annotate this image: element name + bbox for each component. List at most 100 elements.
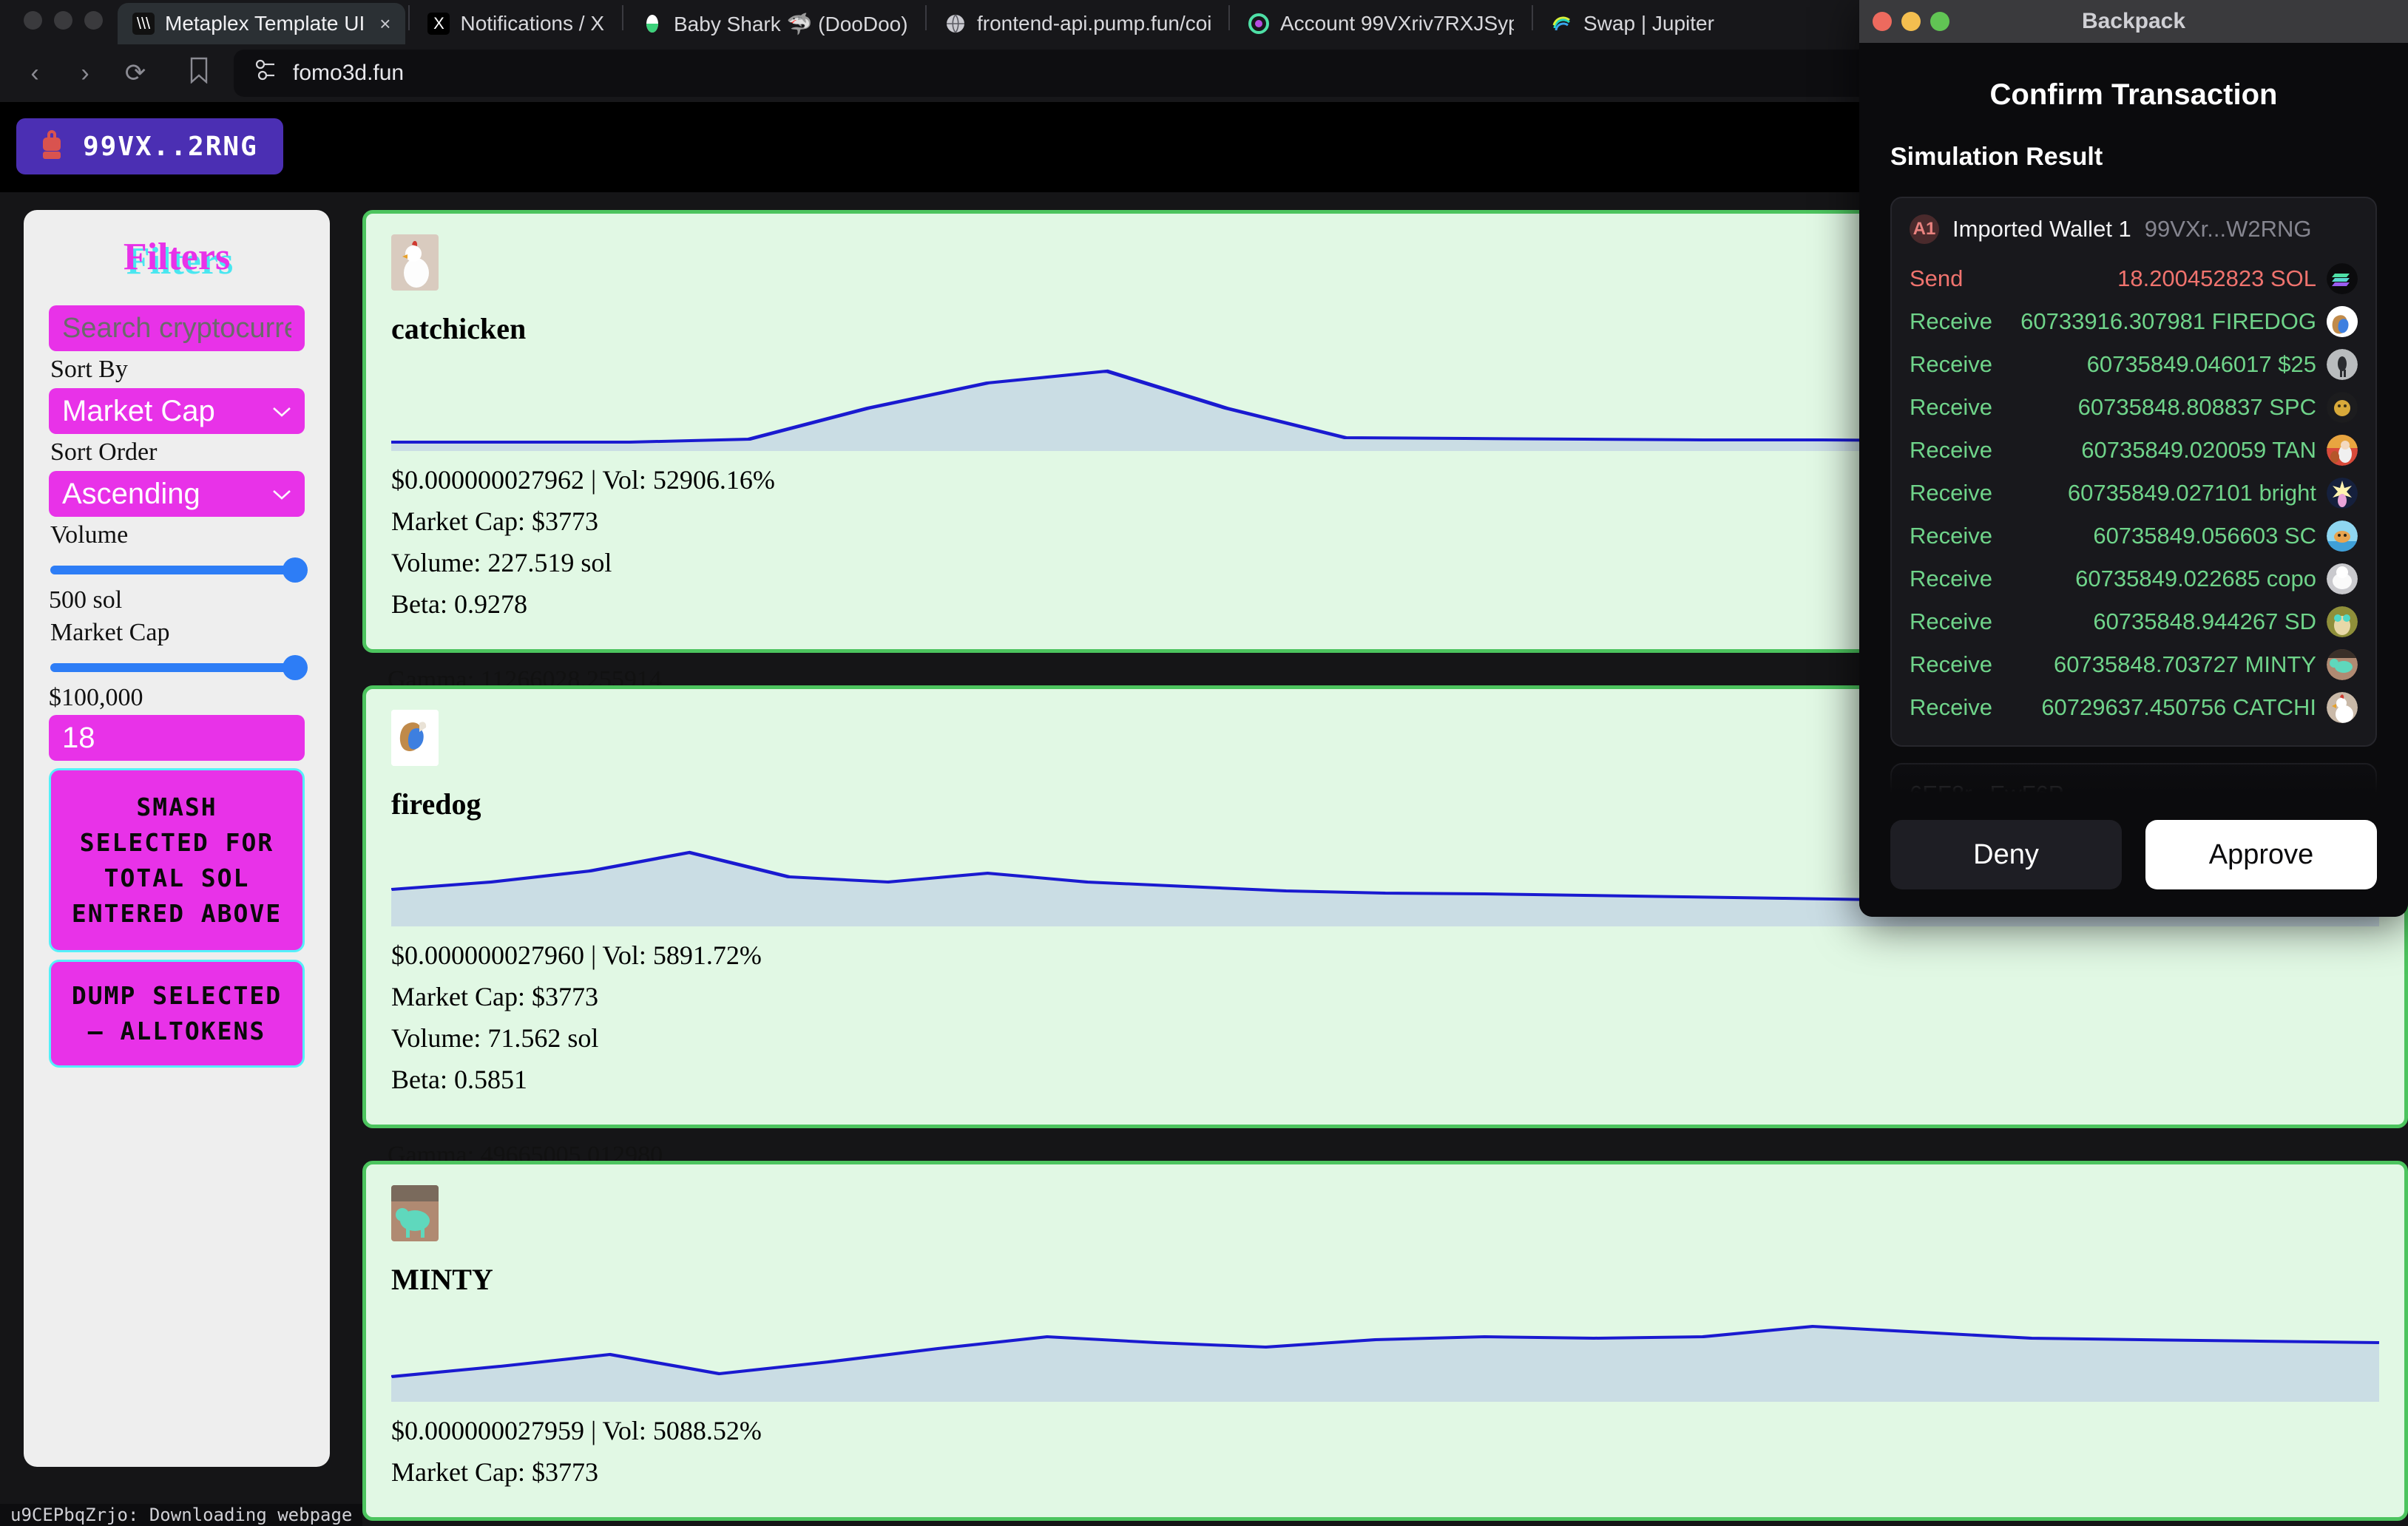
token-card[interactable]: MINTY $0.000000027959 | Vol: 5088.52% Ma… <box>362 1161 2408 1521</box>
catchicken-token-icon <box>2327 692 2358 723</box>
reload-button[interactable]: ⟳ <box>120 58 151 88</box>
globe-icon <box>944 13 967 35</box>
tab-title: Metaplex Template UI <box>165 12 365 35</box>
transaction-row: Receive 60735848.703727 MINTY <box>1910 643 2358 686</box>
site-settings-icon[interactable] <box>253 58 278 89</box>
token-market-cap: Market Cap: $3773 <box>391 1457 2379 1488</box>
transaction-type: Receive <box>1910 608 1992 635</box>
avatar: A1 <box>1910 214 1939 244</box>
transaction-row: Receive 60735848.944267 SD <box>1910 600 2358 643</box>
volume-slider[interactable] <box>50 566 303 574</box>
maximize-window-button[interactable] <box>84 11 103 30</box>
account-address: 99VXr...W2RNG <box>2145 216 2312 243</box>
confirm-transaction-heading: Confirm Transaction <box>1890 78 2377 112</box>
volume-slider-wrap <box>49 554 305 576</box>
tab-baby-shark[interactable]: Baby Shark 🦈 (DooDoo) - <box>626 3 922 44</box>
sort-order-value: Ascending <box>62 478 200 511</box>
account-name: Imported Wallet 1 <box>1952 216 2131 243</box>
transaction-amount: 60729637.450756 CATCHI <box>2041 694 2316 721</box>
transaction-type: Receive <box>1910 651 1992 678</box>
transaction-amount: 60735849.027101 bright <box>2068 480 2316 506</box>
volume-slider-knob[interactable] <box>283 557 308 583</box>
marketcap-slider-wrap <box>49 651 305 674</box>
sort-by-label: Sort By <box>50 356 305 384</box>
transaction-type: Send <box>1910 265 1963 292</box>
token-beta: Beta: 0.5851 <box>391 1064 2379 1095</box>
marketcap-label: Market Cap <box>50 619 305 647</box>
window-controls[interactable] <box>7 11 118 44</box>
backpack-action-bar: Deny Approve <box>1859 793 2408 917</box>
minimize-window-button[interactable] <box>54 11 72 30</box>
transaction-row: Receive 60735849.056603 SC <box>1910 515 2358 557</box>
deny-button[interactable]: Deny <box>1890 820 2122 889</box>
url-text[interactable]: fomo3d.fun <box>293 61 404 86</box>
tab-metaplex-template-ui[interactable]: \\\ Metaplex Template UI × <box>118 3 405 44</box>
transaction-row: Receive 60735848.808837 SPC <box>1910 386 2358 429</box>
page-title: Filters <box>49 235 305 279</box>
token-logo <box>391 710 439 766</box>
transaction-row: Receive 60729637.450756 CATCHI <box>1910 686 2358 729</box>
token-logo <box>391 234 439 291</box>
tab-divider <box>925 5 927 30</box>
wallet-connect-button[interactable]: 99VX..2RNG <box>16 118 283 174</box>
tab-divider <box>1532 5 1533 30</box>
bright-token-icon <box>2327 478 2358 509</box>
filters-card: Filters Sort By Market Cap Sort Order As… <box>24 210 330 1467</box>
tab-divider <box>408 5 410 30</box>
transaction-type: Receive <box>1910 523 1992 549</box>
tab-notifications-x[interactable]: X Notifications / X <box>413 3 619 44</box>
bookmark-icon[interactable] <box>183 57 214 90</box>
tab-jupiter-swap[interactable]: Swap | Jupiter <box>1536 3 1729 44</box>
chevron-down-icon <box>272 400 291 423</box>
token-logo <box>391 1185 439 1241</box>
close-window-button[interactable] <box>24 11 42 30</box>
shark-icon <box>641 13 663 35</box>
token-price-chart <box>391 1306 2379 1402</box>
sort-order-select[interactable]: Ascending <box>49 471 305 517</box>
close-icon[interactable]: × <box>379 13 390 35</box>
transaction-amount: 60735848.944267 SD <box>2093 608 2316 635</box>
forward-button[interactable]: › <box>70 59 101 88</box>
transaction-amount: 18.200452823 SOL <box>2117 265 2316 292</box>
token-gamma: Gamma: 49665005.012980 <box>362 1142 2408 1161</box>
transaction-amount: 60735848.703727 MINTY <box>2054 651 2316 678</box>
transaction-amount: 60735849.046017 $25 <box>2087 351 2316 378</box>
tab-divider <box>622 5 623 30</box>
chevron-down-icon <box>272 483 291 506</box>
backpack-wallet-window[interactable]: Backpack Confirm Transaction Simulation … <box>1859 0 2408 917</box>
x-icon: X <box>427 13 450 35</box>
tab-pump-fun-api[interactable]: frontend-api.pump.fun/coin <box>930 3 1225 44</box>
tab-solscan-account[interactable]: Account 99VXriv7RXJSype <box>1233 3 1529 44</box>
tab-title: Account 99VXriv7RXJSype <box>1280 12 1514 35</box>
transaction-amount: 60735849.020059 TAN <box>2081 437 2316 464</box>
transaction-amount: 60735849.022685 copo <box>2075 566 2316 592</box>
sc-token-icon <box>2327 520 2358 552</box>
jupiter-icon <box>1551 13 1573 35</box>
marketcap-slider[interactable] <box>50 663 303 672</box>
filters-sidebar: Filters Sort By Market Cap Sort Order As… <box>0 192 348 1526</box>
transaction-type: Receive <box>1910 351 1992 378</box>
sol-amount-input[interactable] <box>49 715 305 761</box>
sort-by-select[interactable]: Market Cap <box>49 388 305 434</box>
transaction-row: Receive 60735849.046017 $25 <box>1910 343 2358 386</box>
token-price-line: $0.000000027960 | Vol: 5891.72% <box>391 940 2379 971</box>
back-button[interactable]: ‹ <box>19 59 50 88</box>
smash-selected-button[interactable]: SMASH SELECTED FOR TOTAL SOL ENTERED ABO… <box>49 768 305 952</box>
screen: \\\ Metaplex Template UI × X Notificatio… <box>0 0 2408 1526</box>
metaplex-icon: \\\ <box>132 13 155 35</box>
dump-selected-button[interactable]: DUMP SELECTED – ALLTOKENS <box>49 960 305 1068</box>
marketcap-slider-knob[interactable] <box>283 655 308 680</box>
approve-button[interactable]: Approve <box>2145 820 2377 889</box>
transaction-type: Receive <box>1910 480 1992 506</box>
backpack-title-bar: Backpack <box>1859 0 2408 43</box>
transaction-amount: 60733916.307981 FIREDOG <box>2020 308 2316 335</box>
tab-title: Baby Shark 🦈 (DooDoo) - <box>674 12 907 36</box>
transaction-row: Receive 60735849.020059 TAN <box>1910 429 2358 472</box>
marketcap-value: $100,000 <box>49 684 305 712</box>
transaction-type: Receive <box>1910 437 1992 464</box>
search-input[interactable] <box>49 305 305 351</box>
token-name: MINTY <box>391 1262 2379 1297</box>
transaction-amount: 60735848.808837 SPC <box>2078 394 2316 421</box>
tab-title: frontend-api.pump.fun/coin <box>977 12 1211 35</box>
transaction-row: Send 18.200452823 SOL <box>1910 257 2358 300</box>
